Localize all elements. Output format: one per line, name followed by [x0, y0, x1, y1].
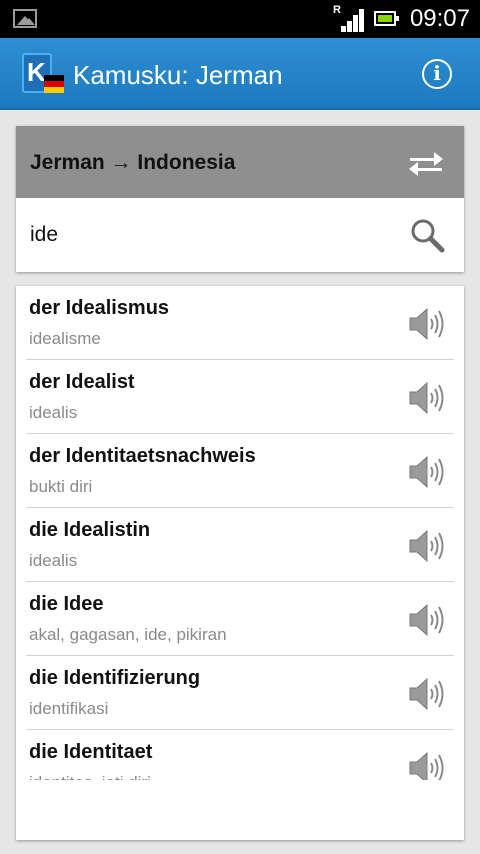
results-card: der Idealismus idealisme der Idealist ideal…	[16, 286, 464, 840]
speaker-icon	[409, 751, 444, 780]
swap-arrows-icon	[409, 152, 443, 176]
speaker-icon	[409, 677, 444, 711]
german-flag-icon	[44, 75, 64, 93]
battery-icon	[374, 11, 399, 26]
speaker-icon	[409, 603, 444, 637]
speaker-icon	[409, 529, 444, 563]
action-bar: K Kamusku: Jerman i	[0, 38, 480, 110]
swap-languages-button[interactable]	[406, 148, 446, 178]
language-direction-label: Jerman → Indonesia	[30, 151, 236, 174]
app-title: Kamusku: Jerman	[73, 60, 283, 90]
result-meaning: idealisme	[29, 329, 101, 348]
result-row[interactable]: der Idealismus idealisme	[16, 286, 464, 360]
pronounce-button[interactable]	[406, 750, 446, 780]
app-logo-icon: K	[22, 53, 64, 93]
pronounce-button[interactable]	[406, 306, 446, 342]
result-meaning: akal, gagasan, ide, pikiran	[29, 625, 227, 644]
magnifier-icon	[411, 219, 445, 253]
result-meaning: idealis	[29, 403, 78, 422]
pronounce-button[interactable]	[406, 380, 446, 416]
info-icon: i	[433, 61, 441, 85]
status-bar: R 09:07	[0, 0, 480, 38]
info-button[interactable]: i	[422, 59, 452, 89]
language-direction-header: Jerman → Indonesia	[16, 126, 464, 198]
pronounce-button[interactable]	[406, 602, 446, 638]
pronounce-button[interactable]	[406, 454, 446, 490]
speaker-icon	[409, 381, 444, 415]
search-button[interactable]	[408, 216, 446, 254]
app-logo-letter: K	[27, 57, 46, 87]
pronounce-button[interactable]	[406, 528, 446, 564]
results-list[interactable]: der Idealismus idealisme der Idealist ideal…	[16, 286, 464, 780]
result-meaning: identifikasi	[29, 699, 109, 718]
result-word: die Identitaet	[29, 741, 153, 763]
result-meaning: identitas, jati diri	[29, 773, 151, 780]
result-word: die Idee	[29, 593, 104, 615]
roaming-indicator: R	[333, 4, 341, 16]
result-row[interactable]: die Idee akal, gagasan, ide, pikiran	[16, 582, 464, 656]
speaker-icon	[409, 307, 444, 341]
result-word: der Idealist	[29, 371, 135, 393]
signal-strength-icon: R	[333, 4, 365, 32]
search-row	[16, 198, 464, 272]
search-card: Jerman → Indonesia	[16, 126, 464, 272]
speaker-icon	[409, 455, 444, 489]
result-meaning: bukti diri	[29, 477, 93, 496]
result-row[interactable]: die Identitaet identitas, jati diri	[16, 730, 464, 780]
result-row[interactable]: der Identitaetsnachweis bukti diri	[16, 434, 464, 508]
result-word: der Identitaetsnachweis	[29, 445, 256, 467]
gallery-notification-icon	[13, 9, 37, 28]
result-row[interactable]: der Idealist idealis	[16, 360, 464, 434]
pronounce-button[interactable]	[406, 676, 446, 712]
result-word: die Identifizierung	[29, 667, 201, 689]
result-meaning: idealis	[29, 551, 78, 570]
search-input[interactable]	[30, 218, 390, 252]
status-time: 09:07	[409, 5, 470, 32]
result-word: der Idealismus	[29, 297, 170, 319]
result-row[interactable]: die Identifizierung identifikasi	[16, 656, 464, 730]
result-word: die Idealistin	[29, 519, 151, 541]
result-row[interactable]: die Idealistin idealis	[16, 508, 464, 582]
